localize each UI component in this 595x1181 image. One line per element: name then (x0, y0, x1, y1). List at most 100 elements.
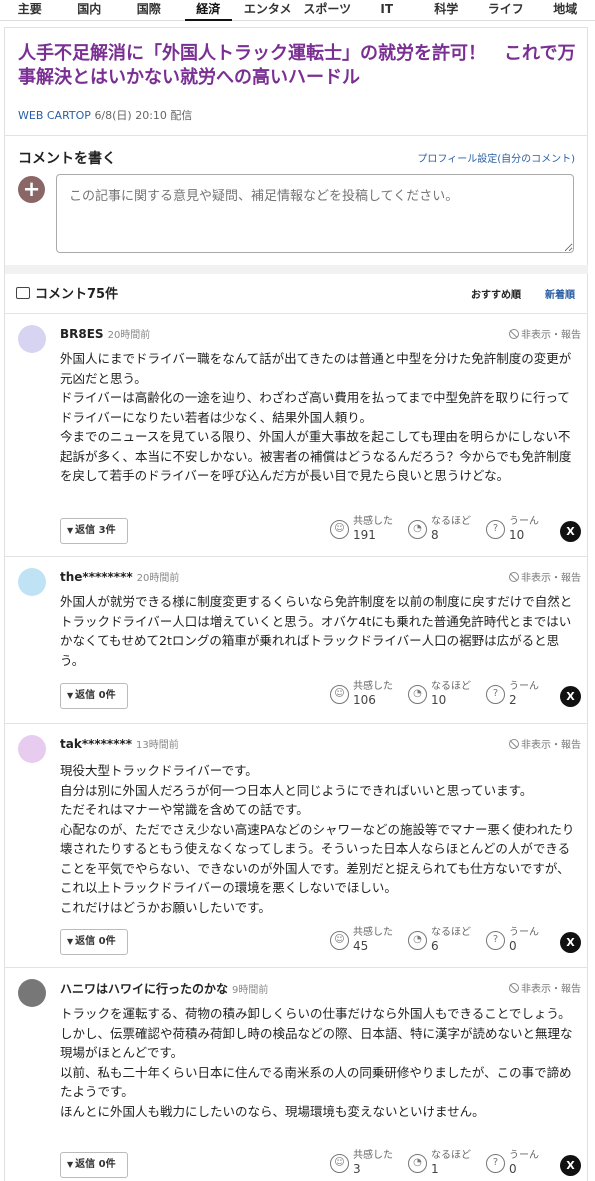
hide-report-button[interactable]: 非表示・報告 (509, 980, 581, 995)
username-text[interactable]: ハニワはハワイに行ったのかな (60, 982, 228, 996)
hide-report-button[interactable]: 非表示・報告 (509, 569, 581, 584)
reaction-label: 共感した (353, 516, 393, 527)
tab-science[interactable]: 科学 (417, 0, 477, 20)
article-title[interactable]: 人手不足解消に「外国人トラック運転士」の就労を許可！ これで万事解決とはいかない… (18, 42, 578, 90)
reaction-hmm-button[interactable]: ? うーん 2 (486, 681, 539, 708)
comment-line: ほんとに外国人も戦力にしたいのなら、現場環境も変えないといけません。 (60, 1103, 485, 1119)
convinced-icon: ◔ (408, 685, 427, 704)
article-meta: WEB CARTOP 6/8(日) 20:10 配信 (18, 107, 192, 123)
reaction-label: なるほど (431, 516, 471, 527)
tab-main[interactable]: 主要 (0, 0, 60, 20)
reaction-label: うーん (509, 1150, 539, 1161)
tab-local[interactable]: 地域 (536, 0, 595, 20)
add-avatar-icon[interactable]: + (18, 176, 45, 203)
hide-report-button[interactable]: 非表示・報告 (509, 736, 581, 751)
tab-domestic[interactable]: 国内 (60, 0, 120, 20)
ban-icon (509, 328, 519, 339)
comment-line: 以前、私も二十年くらい日本に住んでる南米系の人の同乗研修やりましたが、この事で諦… (60, 1064, 572, 1100)
reaction-convinced-button[interactable]: ◔ なるほど 10 (408, 681, 471, 708)
comment-time: 20時間前 (136, 573, 180, 584)
reaction-count: 2 (509, 693, 517, 707)
convinced-icon: ◔ (408, 520, 427, 539)
tab-economy[interactable]: 経済 (179, 0, 239, 21)
comment-input[interactable] (56, 174, 574, 253)
reaction-empathy-button[interactable]: ☺ 共感した 106 (330, 681, 393, 708)
divider (5, 313, 588, 314)
tab-it[interactable]: IT (357, 0, 417, 20)
comment-line: ただそれはマナーや常識を含めての話です。 (60, 802, 309, 817)
hmm-icon: ? (486, 685, 505, 704)
reaction-hmm-button[interactable]: ? うーん 0 (486, 1150, 539, 1177)
reaction-convinced-button[interactable]: ◔ なるほど 8 (408, 516, 471, 543)
reaction-empathy-button[interactable]: ☺ 共感した 191 (330, 516, 393, 543)
convinced-icon: ◔ (408, 1154, 427, 1173)
reaction-label: 共感した (353, 681, 393, 692)
avatar[interactable] (18, 735, 46, 763)
comment-line: ドライバーは高齢化の一途を辿り、わざわざ高い費用を払ってまで中型免許を取りに行っ… (60, 390, 570, 425)
divider (5, 967, 588, 968)
comment-line: トラックを運転する、荷物の積み卸しくらいの仕事だけなら外国人もできることでしょう… (60, 1006, 571, 1021)
sort-newest[interactable]: 新着順 (545, 286, 575, 301)
hmm-icon: ? (486, 520, 505, 539)
ban-icon (509, 738, 519, 749)
empathy-icon: ☺ (330, 520, 349, 539)
hide-report-label: 非表示・報告 (521, 573, 581, 584)
article-source[interactable]: WEB CARTOP (18, 109, 91, 122)
hide-report-label: 非表示・報告 (521, 740, 581, 751)
comment-username[interactable]: BR8ES 20時間前 (60, 326, 150, 341)
empathy-icon: ☺ (330, 685, 349, 704)
tab-life[interactable]: ライフ (476, 0, 536, 20)
reply-button[interactable]: ▼ 返信 0件 (60, 1152, 128, 1178)
tab-international[interactable]: 国際 (119, 0, 179, 20)
avatar[interactable] (18, 568, 46, 596)
comment-line: 外国人が就労できる様に制度変更するくらいなら免許制度を以前の制度に戻すだけで自然… (60, 594, 573, 668)
comment-body: 外国人が就労できる様に制度変更するくらいなら免許制度を以前の制度に戻すだけで自然… (60, 592, 580, 670)
empathy-icon: ☺ (330, 931, 349, 950)
username-text[interactable]: the******** (60, 570, 133, 584)
reply-button[interactable]: ▼ 返信 0件 (60, 683, 128, 709)
x-share-icon[interactable]: X (560, 1155, 581, 1176)
tab-entertainment[interactable]: エンタメ (238, 0, 298, 20)
username-text[interactable]: BR8ES (60, 327, 104, 341)
comment-bubble-icon (16, 286, 30, 299)
reaction-convinced-button[interactable]: ◔ なるほど 1 (408, 1150, 471, 1177)
hide-report-button[interactable]: 非表示・報告 (509, 326, 581, 341)
hide-report-label: 非表示・報告 (521, 330, 581, 341)
reaction-convinced-button[interactable]: ◔ なるほど 6 (408, 927, 471, 954)
reaction-label: 共感した (353, 927, 393, 938)
avatar[interactable] (18, 979, 46, 1007)
reaction-empathy-button[interactable]: ☺ 共感した 3 (330, 1150, 393, 1177)
sort-recommended[interactable]: おすすめ順 (471, 286, 521, 301)
reaction-count: 0 (509, 1162, 517, 1176)
reaction-label: うーん (509, 681, 539, 692)
x-share-icon[interactable]: X (560, 932, 581, 953)
reply-button[interactable]: ▼ 返信 0件 (60, 929, 128, 955)
comment-count: コメント75件 (16, 283, 118, 302)
reaction-count: 106 (353, 693, 376, 707)
avatar[interactable] (18, 325, 46, 353)
reply-button[interactable]: ▼ 返信 3件 (60, 518, 128, 544)
reaction-hmm-button[interactable]: ? うーん 0 (486, 927, 539, 954)
ban-icon (509, 571, 519, 582)
comment-username[interactable]: the******** 20時間前 (60, 569, 179, 584)
reaction-label: なるほど (431, 681, 471, 692)
comment-username[interactable]: ハニワはハワイに行ったのかな 9時間前 (60, 980, 268, 997)
reaction-hmm-button[interactable]: ? うーん 10 (486, 516, 539, 543)
x-share-icon[interactable]: X (560, 521, 581, 542)
reaction-count: 8 (431, 528, 439, 542)
x-share-icon[interactable]: X (560, 686, 581, 707)
convinced-icon: ◔ (408, 931, 427, 950)
reply-label: 返信 0件 (75, 690, 116, 701)
tab-sports[interactable]: スポーツ (298, 0, 358, 20)
comment-body: 外国人にまでドライバー職をなんて話が出てきたのは普通と中型を分けた免許制度の変更… (60, 349, 580, 486)
reaction-empathy-button[interactable]: ☺ 共感した 45 (330, 927, 393, 954)
comment-username[interactable]: tak******** 13時間前 (60, 736, 179, 751)
divider (5, 135, 588, 136)
chevron-down-icon: ▼ (67, 1160, 74, 1169)
reply-label: 返信 0件 (75, 1159, 116, 1170)
profile-settings-link[interactable]: プロフィール設定(自分のコメント) (417, 150, 575, 165)
reaction-label: うーん (509, 516, 539, 527)
reaction-label: なるほど (431, 1150, 471, 1161)
article-date: 6/8(日) 20:10 配信 (94, 109, 193, 122)
username-text[interactable]: tak******** (60, 737, 132, 751)
